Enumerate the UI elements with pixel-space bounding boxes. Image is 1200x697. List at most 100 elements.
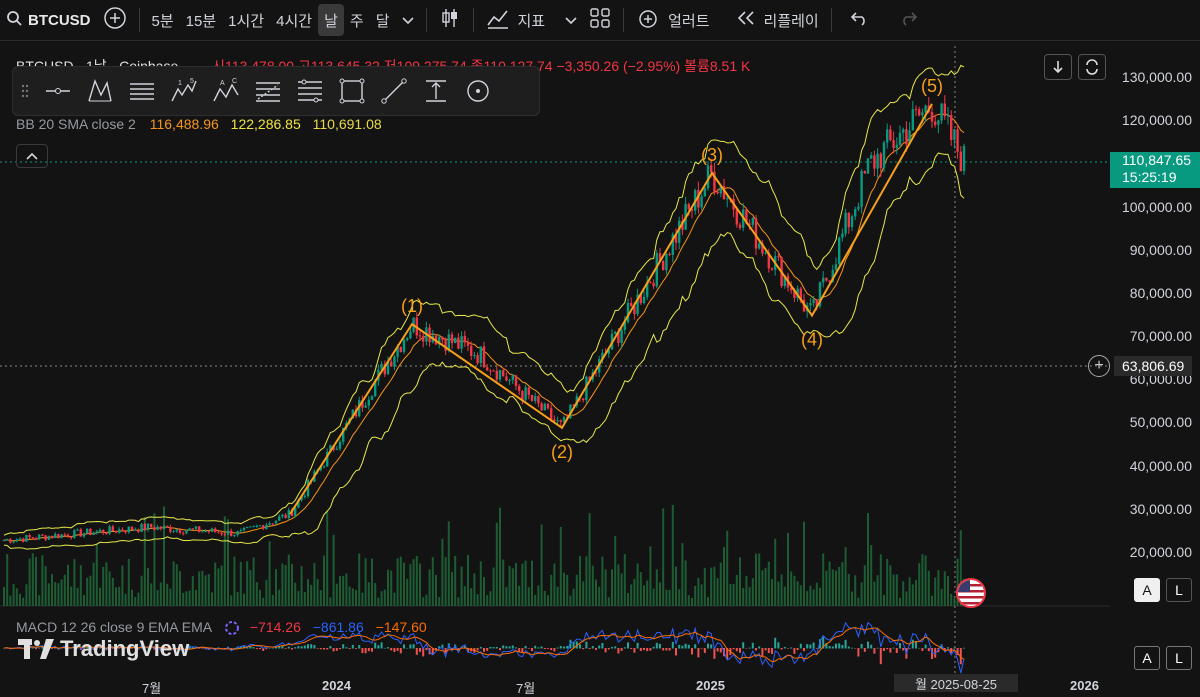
- candle-body: [274, 520, 278, 524]
- macd-histogram-bar: [902, 648, 905, 651]
- volume-bar: [675, 566, 677, 606]
- log-scale-button-macd[interactable]: L: [1166, 646, 1192, 670]
- wave-label: (1): [401, 296, 423, 316]
- candle-body: [479, 346, 482, 363]
- macd-histogram-bar: [879, 648, 882, 665]
- volume-bar: [435, 575, 437, 606]
- candle-body: [22, 538, 25, 542]
- interval-1mo[interactable]: 달: [370, 4, 396, 36]
- candle-body: [338, 441, 342, 449]
- candle-body: [870, 155, 873, 159]
- time-label: 2026: [1070, 678, 1099, 693]
- interval-dropdown[interactable]: [396, 4, 420, 36]
- elliott-impulse-tool[interactable]: 15: [163, 71, 205, 111]
- auto-scale-button[interactable]: A: [1134, 578, 1160, 602]
- elliott-correction-icon: AC: [213, 78, 239, 102]
- interval-1h[interactable]: 1시간: [222, 4, 270, 36]
- fib-channel-tool[interactable]: [289, 71, 331, 111]
- volume-bar: [527, 587, 530, 606]
- volume-bar: [214, 562, 217, 606]
- volume-bar: [649, 546, 652, 606]
- macd-histogram-bar: [895, 648, 898, 653]
- macd-legend: MACD 12 26 close 9 EMA EMA −714.26 −861.…: [16, 619, 427, 636]
- macd-histogram-bar: [313, 645, 316, 649]
- volume-bar: [121, 565, 124, 606]
- collapse-legend-button[interactable]: [16, 144, 48, 168]
- us-flag-icon[interactable]: [956, 578, 986, 608]
- reset-view-button[interactable]: [1078, 54, 1106, 80]
- volume-bar: [687, 595, 690, 606]
- drag-handle[interactable]: [13, 71, 37, 111]
- volume-bar: [729, 584, 732, 606]
- candle-body: [130, 526, 134, 531]
- layouts-button[interactable]: [583, 4, 617, 36]
- interval-4h[interactable]: 4시간: [270, 4, 318, 36]
- more-tools-button[interactable]: [457, 71, 499, 111]
- volume-bar: [739, 557, 741, 606]
- macd-histogram-bar: [780, 648, 783, 650]
- interval-1d[interactable]: 날: [318, 4, 344, 36]
- symbol-search[interactable]: BTCUSD: [0, 4, 97, 36]
- macd-histogram-bar: [739, 648, 741, 653]
- candle-body: [649, 282, 652, 284]
- volume-bar: [12, 584, 15, 606]
- macd-histogram-bar: [755, 648, 757, 651]
- volume-bar: [799, 585, 802, 606]
- candle-body: [710, 165, 713, 172]
- fib-retracement-tool[interactable]: [247, 71, 289, 111]
- candle-body: [495, 370, 498, 380]
- macd-histogram-bar: [883, 648, 885, 651]
- macd-histogram-bar: [703, 648, 706, 653]
- undo-button[interactable]: [844, 4, 876, 36]
- candle-body: [703, 188, 706, 197]
- replay-button[interactable]: 리플레이: [730, 4, 825, 36]
- interval-1w[interactable]: 주: [344, 4, 370, 36]
- elliott-wave-line[interactable]: [289, 103, 933, 515]
- volume-bar: [735, 575, 738, 606]
- volume-bar: [41, 555, 44, 606]
- scroll-down-button[interactable]: [1044, 54, 1072, 80]
- macd-histogram-bar: [342, 644, 345, 649]
- interval-5m[interactable]: 5분: [146, 4, 180, 36]
- price-chart[interactable]: (1) (2) (3) (4) (5): [0, 46, 1110, 692]
- macd-histogram-bar: [374, 642, 377, 649]
- indicators-dropdown[interactable]: [559, 4, 583, 36]
- volume-bar: [364, 558, 367, 606]
- macd-histogram-bar: [339, 648, 341, 650]
- elliott-correction-tool[interactable]: AC: [205, 71, 247, 111]
- volume-bar: [611, 569, 613, 606]
- xabcd-pattern-tool[interactable]: [79, 71, 121, 111]
- volume-bar: [329, 597, 332, 606]
- volume-bar: [92, 562, 95, 606]
- macd-histogram-bar: [707, 643, 709, 649]
- candle-body: [169, 526, 172, 532]
- candle-body: [63, 534, 66, 536]
- log-scale-button[interactable]: L: [1166, 578, 1192, 602]
- crosshair-price-tag: + 63,806.69: [1086, 354, 1200, 378]
- interval-15m[interactable]: 15분: [180, 4, 223, 36]
- redo-button[interactable]: [892, 4, 924, 36]
- candle-body: [268, 523, 271, 525]
- volume-bar: [140, 575, 143, 606]
- macd-histogram-bar: [681, 645, 684, 649]
- trend-line-tool[interactable]: [373, 71, 415, 111]
- candle-body: [76, 529, 79, 531]
- indicators-button[interactable]: 지표: [480, 4, 552, 36]
- candle-body: [882, 142, 886, 169]
- horizontal-ray-tool[interactable]: [37, 71, 79, 111]
- volume-bar: [265, 579, 268, 606]
- macd-histogram-bar: [547, 648, 549, 649]
- add-symbol-button[interactable]: [97, 4, 133, 36]
- rectangle-tool[interactable]: [331, 71, 373, 111]
- parallel-lines-tool[interactable]: [121, 71, 163, 111]
- volume-bar: [127, 558, 130, 606]
- chart-type-button[interactable]: [433, 4, 467, 36]
- candle-body: [140, 524, 143, 532]
- add-alert-plus-icon[interactable]: +: [1088, 355, 1110, 377]
- alert-button[interactable]: 얼러트: [630, 4, 715, 36]
- volume-bar: [246, 561, 249, 606]
- price-range-tool[interactable]: [415, 71, 457, 111]
- candle-body: [668, 253, 671, 255]
- auto-scale-button-macd[interactable]: A: [1134, 646, 1160, 670]
- macd-settings-icon[interactable]: [224, 620, 240, 636]
